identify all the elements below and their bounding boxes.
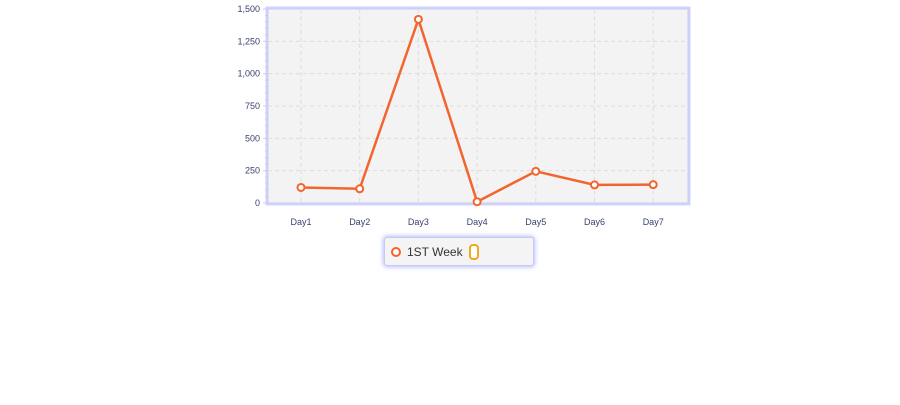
chart-svg: 0 250 500 750 1,000 1,250 1,500 Day1 Day2 Day3 Day… [237, 4, 691, 227]
data-point-marker[interactable] [648, 180, 658, 190]
y-tick-label: 500 [245, 133, 260, 143]
y-tick-label: 750 [245, 101, 260, 111]
x-tick-label: Day2 [349, 217, 370, 227]
x-tick-label: Day3 [408, 217, 429, 227]
data-point-marker[interactable] [355, 184, 365, 194]
data-point-marker[interactable] [296, 182, 306, 192]
legend: 1ST Week [384, 237, 534, 266]
x-tick-label: Day6 [584, 217, 605, 227]
y-tick-label: 1,500 [237, 4, 260, 14]
y-tick-label: 250 [245, 166, 260, 176]
data-point-marker[interactable] [590, 180, 599, 190]
data-point-marker[interactable] [413, 14, 423, 24]
y-tick-label: 0 [255, 198, 260, 208]
series-toggle-icon[interactable] [468, 243, 479, 260]
y-tick-label: 1,000 [237, 69, 260, 79]
circle-marker-icon [391, 246, 401, 257]
line-chart: 0 250 500 750 1,000 1,250 1,500 Day1 Day2 Day3 Day… [0, 0, 900, 400]
x-tick-label: Day4 [467, 217, 488, 227]
x-tick-label: Day5 [525, 217, 546, 227]
y-tick-label: 1,250 [237, 36, 260, 46]
data-point-marker[interactable] [472, 197, 482, 207]
legend-label-1st-week[interactable]: 1ST Week [407, 245, 463, 259]
data-point-marker[interactable] [531, 166, 541, 176]
x-tick-label: Day7 [643, 217, 664, 227]
x-tick-label: Day1 [290, 217, 311, 227]
